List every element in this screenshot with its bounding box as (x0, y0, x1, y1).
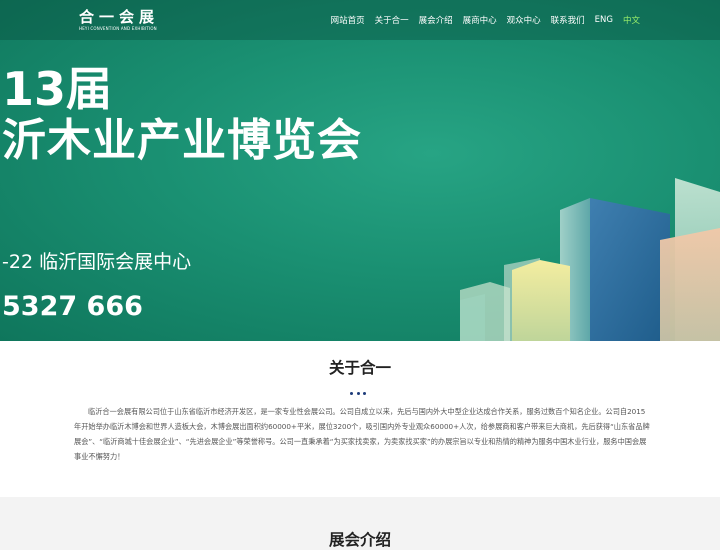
nav-exhibitor-center[interactable]: 展商中心 (463, 14, 497, 26)
about-title: 关于合一 (328, 359, 391, 377)
main-menu: 网站首页 关于合一 展会介绍 展商中心 观众中心 联系我们 ENG 中文 (331, 0, 720, 40)
top-navigation: 合一会展 HEYI CONVENTION AND EXHIBITION 网站首页… (0, 0, 720, 40)
expo-intro-title: 展会介绍 (328, 531, 391, 549)
buildings-illustration (460, 178, 720, 341)
nav-expo-intro[interactable]: 展会介绍 (419, 14, 453, 26)
title-divider-dots (350, 392, 370, 395)
logo[interactable]: 合一会展 HEYI CONVENTION AND EXHIBITION (79, 9, 159, 32)
nav-home[interactable]: 网站首页 (331, 14, 365, 26)
nav-lang-english[interactable]: ENG (595, 15, 613, 25)
about-section: 关于合一 临沂合一会展有限公司位于山东省临沂市经济开发区，是一家专业性会展公司。… (0, 341, 720, 497)
nav-contact[interactable]: 联系我们 (551, 14, 585, 26)
hero-banner: 合一会展 HEYI CONVENTION AND EXHIBITION 网站首页… (0, 0, 720, 341)
hero-edition: 13届 (2, 62, 113, 116)
logo-chinese: 合一会展 (79, 8, 160, 26)
hero-phone: 5327 666 (2, 291, 143, 322)
nav-lang-chinese[interactable]: 中文 (623, 14, 640, 26)
nav-about[interactable]: 关于合一 (375, 14, 409, 26)
hero-title: 沂木业产业博览会 (2, 115, 362, 166)
divider-dot (363, 392, 366, 395)
nav-visitor-center[interactable]: 观众中心 (507, 14, 541, 26)
divider-dot (350, 392, 353, 395)
hero-date-venue: -22 临沂国际会展中心 (2, 251, 192, 273)
logo-english: HEYI CONVENTION AND EXHIBITION (79, 26, 157, 31)
divider-dot (356, 392, 360, 395)
about-description: 临沂合一会展有限公司位于山东省临沂市经济开发区，是一家专业性会展公司。公司自成立… (74, 407, 650, 461)
